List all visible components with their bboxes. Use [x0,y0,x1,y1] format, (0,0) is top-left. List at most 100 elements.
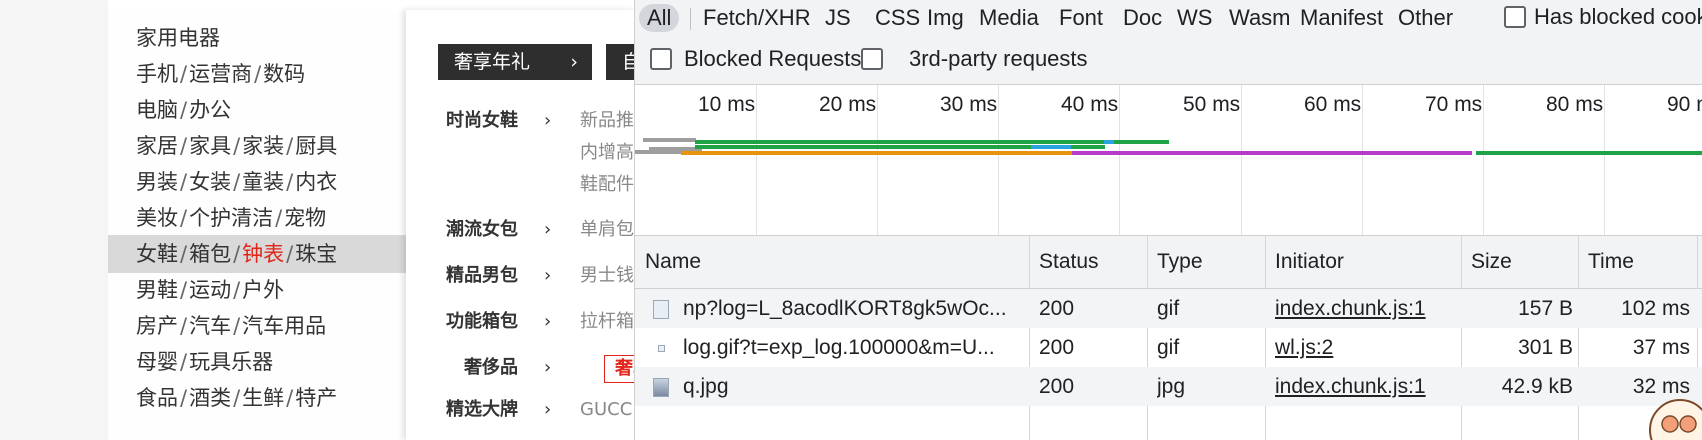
category-separator: / [180,314,188,338]
category-link[interactable]: 女装 [189,170,231,194]
table-row[interactable]: q.jpg 200 jpg index.chunk.js:1 42.9 kB 32 ms [635,367,1702,406]
subcategory-row: 精品男包 › 男士钱包 [446,259,652,293]
network-overview-timeline[interactable]: 10 ms 20 ms 30 ms 40 ms 50 ms 60 ms 70 ms 80 ms… [635,85,1702,236]
category-link[interactable]: 家用电器 [136,26,220,50]
filter-ws-tab[interactable]: WS [1177,4,1212,32]
category-item[interactable]: 房产/汽车/汽车用品 [108,307,406,345]
filter-wasm-tab[interactable]: Wasm [1229,4,1291,32]
subcategory-label[interactable]: 精选大牌 [446,399,518,420]
column-header-name[interactable]: Name [645,236,701,288]
subcategory-label[interactable]: 功能箱包 [446,311,518,332]
category-link[interactable]: 家居 [136,134,178,158]
category-link[interactable]: 内衣 [295,170,337,194]
category-link[interactable]: 钟表 [242,242,284,266]
category-link[interactable]: 厨具 [295,134,337,158]
subcategory-link[interactable]: 拉杆箱 [580,305,634,339]
column-header-time[interactable]: Time [1588,236,1634,288]
request-size-cell: 157 B [1518,297,1573,320]
category-item-text: 房产/汽车/汽车用品 [136,307,326,345]
subcategory-link[interactable]: 鞋配件 [580,168,634,202]
category-link[interactable]: 生鲜 [242,386,284,410]
filter-doc-tab[interactable]: Doc [1123,4,1162,32]
category-link[interactable]: 手机 [136,62,178,86]
request-initiator-cell[interactable]: wl.js:2 [1275,328,1455,367]
blocked-requests-checkbox[interactable] [650,48,672,70]
category-item[interactable]: 食品/酒类/生鲜/特产 [108,379,406,417]
category-link[interactable]: 宠物 [284,206,326,230]
table-row[interactable]: log.gif?t=exp_log.100000&m=U... 200 gif wl.… [635,328,1702,367]
category-link[interactable]: 酒类 [189,386,231,410]
has-blocked-cookies-checkbox[interactable] [1504,6,1526,28]
column-header-size[interactable]: Size [1471,236,1512,288]
chevron-right-icon: › [544,399,552,420]
category-link[interactable]: 数码 [263,62,305,86]
category-link[interactable]: 美妆 [136,206,178,230]
request-initiator-cell[interactable]: index.chunk.js:1 [1275,289,1455,328]
subcategory-label[interactable]: 潮流女包 [446,219,518,240]
subcategory-link[interactable]: 内增高 [580,136,634,170]
subcategory-link[interactable]: GUCCI [580,393,638,427]
category-item[interactable]: 家居/家具/家装/厨具 [108,127,406,165]
filter-media-tab[interactable]: Media [979,4,1039,32]
category-link[interactable]: 家装 [242,134,284,158]
category-link[interactable]: 运动 [189,278,231,302]
category-link[interactable]: 玩具乐器 [189,350,273,374]
category-link[interactable]: 户外 [242,278,284,302]
column-header-status[interactable]: Status [1039,236,1099,288]
category-link[interactable]: 男装 [136,170,178,194]
category-link[interactable]: 特产 [295,386,337,410]
category-link[interactable]: 汽车 [189,314,231,338]
timeline-request-bar [635,150,681,154]
filter-manifest-tab[interactable]: Manifest [1300,4,1383,32]
filter-other-tab[interactable]: Other [1398,4,1453,32]
file-icon [653,300,669,319]
category-link[interactable]: 男鞋 [136,278,178,302]
request-time-cell: 102 ms [1621,297,1690,320]
category-item[interactable]: 男鞋/运动/户外 [108,271,406,309]
category-item[interactable]: 手机/运营商/数码 [108,55,406,93]
subcategory-label[interactable]: 精品男包 [446,265,518,286]
category-link[interactable]: 女鞋 [136,242,178,266]
category-item[interactable]: 女鞋/箱包/钟表/珠宝 [108,235,406,273]
category-link[interactable]: 房产 [136,314,178,338]
luxury-gift-button[interactable]: 奢享年礼 › [438,44,592,80]
category-item-text: 美妆/个护清洁/宠物 [136,199,326,237]
category-link[interactable]: 母婴 [136,350,178,374]
category-item[interactable]: 男装/女装/童装/内衣 [108,163,406,201]
category-link[interactable]: 家具 [189,134,231,158]
category-link[interactable]: 箱包 [189,242,231,266]
request-status-cell: 200 [1039,375,1075,398]
filter-img-tab[interactable]: Img [927,4,964,32]
category-separator: / [233,386,241,410]
category-link[interactable]: 办公 [189,98,231,122]
category-link[interactable]: 食品 [136,386,178,410]
category-item[interactable]: 美妆/个护清洁/宠物 [108,199,406,237]
timeline-gridline [877,85,878,235]
category-item[interactable]: 家用电器 [108,19,406,57]
category-link[interactable]: 珠宝 [295,242,337,266]
filter-font-tab[interactable]: Font [1059,4,1103,32]
request-initiator-cell[interactable]: index.chunk.js:1 [1275,367,1455,406]
subcategory-label[interactable]: 奢侈品 [464,357,518,378]
third-party-checkbox[interactable] [861,48,883,70]
filter-js-tab[interactable]: JS [825,4,851,32]
filter-fetchxhr-tab[interactable]: Fetch/XHR [703,4,811,32]
timeline-tick-label: 80 ms [1546,93,1604,116]
category-item[interactable]: 母婴/玩具乐器 [108,343,406,381]
subcategory-link[interactable]: 单肩包 [580,213,634,247]
filter-all-tab[interactable]: All [639,4,680,32]
subcategory-label[interactable]: 时尚女鞋 [446,110,518,131]
column-header-initiator[interactable]: Initiator [1275,236,1344,288]
category-link[interactable]: 童装 [242,170,284,194]
category-separator: / [233,170,241,194]
category-item[interactable]: 电脑/办公 [108,91,406,129]
filter-css-tab[interactable]: CSS [875,4,920,32]
column-header-type[interactable]: Type [1157,236,1203,288]
category-link[interactable]: 汽车用品 [242,314,326,338]
category-link[interactable]: 个护清洁 [189,206,273,230]
table-row[interactable]: np?log=L_8acodlKORT8gk5wOc... 200 gif index… [635,289,1702,328]
category-link[interactable]: 电脑 [136,98,178,122]
request-type-cell: jpg [1157,375,1186,398]
category-link[interactable]: 运营商 [189,62,252,86]
timeline-request-bar [681,151,1111,155]
